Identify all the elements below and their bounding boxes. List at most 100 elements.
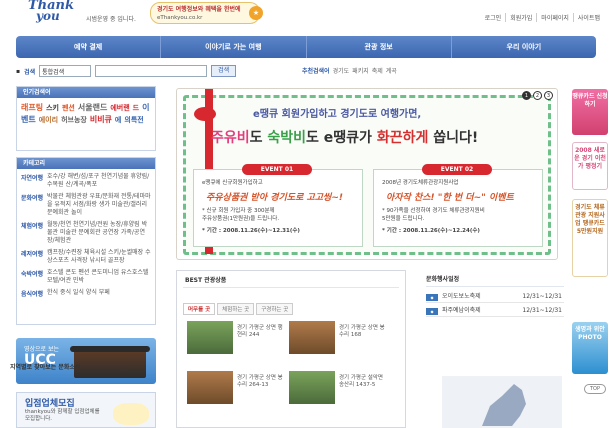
rec-keyword[interactable]: 패키지 [352, 66, 369, 75]
region-map[interactable] [442, 376, 562, 428]
search-input[interactable] [95, 65, 208, 77]
product-image[interactable] [289, 321, 335, 354]
product-image[interactable] [289, 371, 335, 404]
pager-dot[interactable]: 3 [544, 91, 553, 100]
category-label[interactable]: 문화여행 [21, 193, 47, 217]
category-label[interactable]: 체험여행 [21, 221, 47, 245]
product-address[interactable]: 경기 가평군 상면 행현리 244 [237, 325, 285, 339]
tab-sightseeing[interactable]: 구경하는 곳 [256, 303, 294, 315]
regional-news-title: 지역별로 찾아보는 문화소식 [10, 364, 81, 371]
event2-big: 아자작 찬스! "한 번 더~" 이벤트 [386, 193, 514, 203]
merchant-recruit-banner[interactable]: 입점업체모집 thankyou와 함께할 입점업체를 모집합니다. [16, 392, 156, 428]
category-items[interactable]: 호수/강 해변/섬/포구 천연기념물 휴양림/수목원 산/계곡/폭포 [47, 173, 151, 189]
event1-box[interactable]: EVENT 01 e땡큐에 신규회원가입하고 주유상품권 받아 경기도로 고고씽… [193, 164, 363, 247]
event-banner[interactable]: 1 2 3 e땡큐 회원가입하고 경기도로 여행가면, 주유비도 숙박비도 e땡… [176, 88, 558, 260]
event1-line1: e땡큐에 신규회원가입하고 [202, 180, 263, 186]
category-items[interactable]: 캠프장/수련장 체육시설 스키/눈썰매장 수상스포츠 사격장 낚시터 골프장 [47, 249, 151, 265]
headline-hot: 화끈하게 [376, 130, 429, 146]
category-box: 카테고리 자연여행 호수/강 해변/섬/포구 천연기념물 휴양림/수목원 산/계… [16, 157, 156, 325]
search-icon: ▪ [16, 67, 21, 75]
schedule-row[interactable]: ◆ 오이도보노축제 12/31~12/31 [426, 292, 564, 303]
event2-line2: * 90가족을 선정하여 경기도 체류관광지원비 [382, 208, 485, 214]
headline-part: 쏩니다! [433, 130, 479, 146]
schedule-name: 파주예남이축제 [442, 307, 481, 314]
headline-part: 도 e땡큐가 [306, 130, 372, 146]
nav-our-story[interactable]: 우리 이야기 [450, 36, 596, 58]
card-apply-banner[interactable]: 땡큐카드 신청하기 [572, 89, 608, 135]
rec-keyword[interactable]: 경기도 [333, 66, 350, 75]
keyword-tag[interactable]: 에이리 [39, 116, 58, 124]
nav-reservation[interactable]: 예약 결제 [16, 36, 160, 58]
product-address[interactable]: 경기 가평군 상면 봉수리 264-13 [237, 375, 285, 389]
keyword-tag[interactable]: 에 [115, 116, 121, 124]
event1-label: EVENT 01 [242, 164, 312, 175]
product-image[interactable] [187, 321, 233, 354]
stay-support-banner[interactable]: 경기도 체류관광 지원사업 땡큐카드 5만원지원 [572, 199, 608, 277]
category-title: 카테고리 [17, 158, 155, 169]
event2-line0: 2008년 경기도체류관광지원사업 [382, 180, 459, 186]
scroll-top-button[interactable]: TOP [584, 384, 606, 394]
keyword-tag[interactable]: 래프팅 [21, 103, 43, 112]
pavilion-image [70, 346, 150, 378]
category-label[interactable]: 자연여행 [21, 173, 47, 189]
category-items[interactable]: 월동/천연 천연기념/전원 농장/휴양림 박물관 미술관 문예회관 공연장 가족… [47, 221, 151, 245]
category-items[interactable]: 박물관 체험관광 우표/문화재 전통/테마마을 유적지 서점/화랑 생가 미술관… [47, 193, 151, 217]
trial-notice: 시범운영 중 입니다. [86, 16, 136, 23]
ucc-banner[interactable]: 영상으로 보는 UCC [16, 338, 156, 384]
event1-line2: * 신규 회원 가입자 중 300분께 [202, 208, 275, 214]
keyword-tag[interactable]: 에버랜 [110, 104, 129, 112]
category-items[interactable]: 호스텔 콘도 펜션 콘도미니엄 유스호스텔 모텔/여관 민박 [47, 269, 151, 285]
nav-story-trip[interactable]: 이야기로 가는 여행 [160, 36, 305, 58]
keyword-tag[interactable]: 드 [133, 104, 139, 112]
category-label[interactable]: 음식여행 [21, 289, 47, 299]
banner-pager: 1 2 3 [522, 91, 553, 100]
calendar-icon: ◆ [426, 308, 438, 315]
rec-keyword[interactable]: 축제 [372, 66, 383, 75]
mypage-link[interactable]: 마이페이지 [536, 13, 573, 22]
category-row: 음식여행 한식 중식 일식 양식 부페 [17, 285, 155, 299]
main-nav: 예약 결제 이야기로 가는 여행 관광 정보 우리 이야기 [16, 36, 596, 58]
tab-experience[interactable]: 체험하는 곳 [217, 303, 255, 315]
calendar-icon: ◆ [426, 294, 438, 301]
promo-banner[interactable]: 경기도 여행정보와 혜택을 한번에 eThankyou.co.kr ★ [150, 2, 263, 24]
keyword-tag[interactable]: 의특전 [124, 116, 143, 124]
search-scope-select[interactable]: 통합검색 [39, 65, 92, 77]
product-address[interactable]: 경기 가평군 설악면 송산리 1437-5 [339, 375, 387, 389]
tab-stay[interactable]: 머무를 곳 [183, 303, 216, 315]
category-label[interactable]: 레저여행 [21, 249, 47, 265]
signup-link[interactable]: 회원가입 [505, 13, 536, 22]
product-image[interactable] [187, 371, 233, 404]
headline-part: 도 [249, 130, 263, 146]
keyword-tag[interactable]: 비비큐 [90, 115, 112, 124]
event2-box[interactable]: EVENT 02 2008년 경기도체류관광지원사업 아자작 찬스! "한 번 … [373, 164, 543, 247]
banner-title: e땡큐 회원가입하고 경기도로 여행가면, [253, 109, 422, 120]
sitemap-link[interactable]: 사이트맵 [572, 13, 604, 22]
event2-period: * 기간 : 2008.11.26(수)~12.24(수) [382, 228, 480, 234]
keyword-tag[interactable]: 서울랜드 [78, 103, 107, 112]
category-label[interactable]: 숙박여행 [21, 269, 47, 285]
site-logo[interactable]: Thank you [28, 0, 80, 24]
promo-badge-icon: ★ [249, 6, 263, 20]
search-button[interactable]: 검색 [211, 65, 237, 77]
recommended-keywords: 추천검색어 경기도 패키지 축제 계곡 [302, 66, 397, 75]
nav-tour-info[interactable]: 관광 정보 [305, 36, 451, 58]
keyword-tag[interactable]: 허브농장 [61, 116, 87, 124]
keyword-tag[interactable]: 스키 [46, 104, 59, 112]
schedule-date: 12/31~12/31 [522, 293, 562, 300]
schedule-name: 오이도보노축제 [442, 293, 481, 300]
keyword-cloud: 래프팅 스키 펜션 서울랜드 에버랜 드 이벤트 에이리 허브농장 비비큐 에 의특전 [17, 98, 155, 130]
promo-title: 경기도 여행정보와 혜택을 한번에 [157, 6, 241, 13]
pager-dot[interactable]: 2 [533, 91, 542, 100]
banner-headline: 주유비도 숙박비도 e땡큐가 화끈하게 쏩니다! [211, 127, 478, 147]
pager-dot[interactable]: 1 [522, 91, 531, 100]
product-address[interactable]: 경기 가평군 상면 봉수리 168 [339, 325, 387, 339]
photo-banner[interactable]: 생명과 위안 PHOTO [572, 322, 608, 374]
keyword-tag[interactable]: 펜션 [62, 104, 75, 112]
new-gyeonggi-banner[interactable]: 2008 새로운 경기 이천가 평정기 [572, 142, 608, 190]
schedule-title: 문화행사일정 [426, 276, 460, 283]
schedule-row[interactable]: ◆ 파주예남이축제 12/31~12/31 [426, 306, 564, 317]
category-items[interactable]: 한식 중식 일식 양식 부페 [47, 289, 151, 299]
event2-label: EVENT 02 [422, 164, 492, 175]
login-link[interactable]: 로그인 [481, 13, 506, 22]
rec-keyword[interactable]: 계곡 [386, 66, 397, 75]
